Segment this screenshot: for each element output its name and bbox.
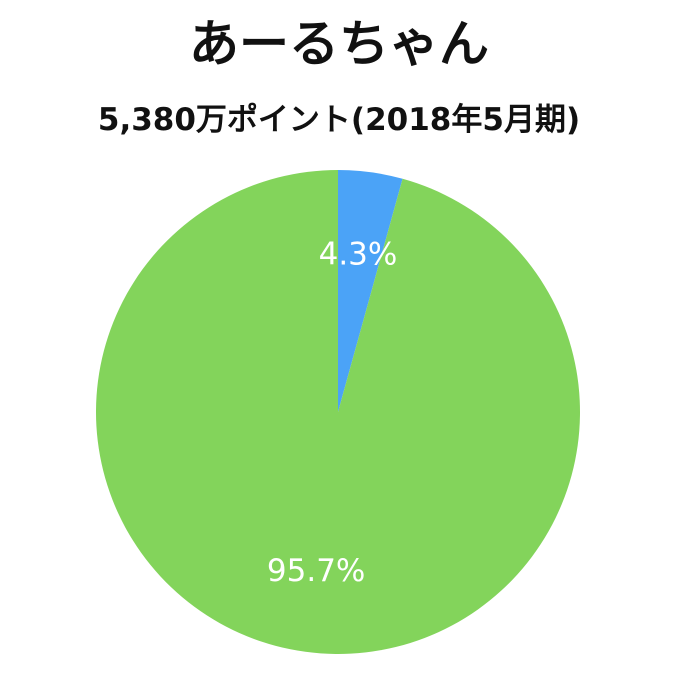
pie-chart: 4.3% 95.7% (95, 170, 580, 654)
pie-slice-label-1: 95.7% (267, 553, 365, 589)
pie-slice-label-0: 4.3% (319, 237, 398, 273)
